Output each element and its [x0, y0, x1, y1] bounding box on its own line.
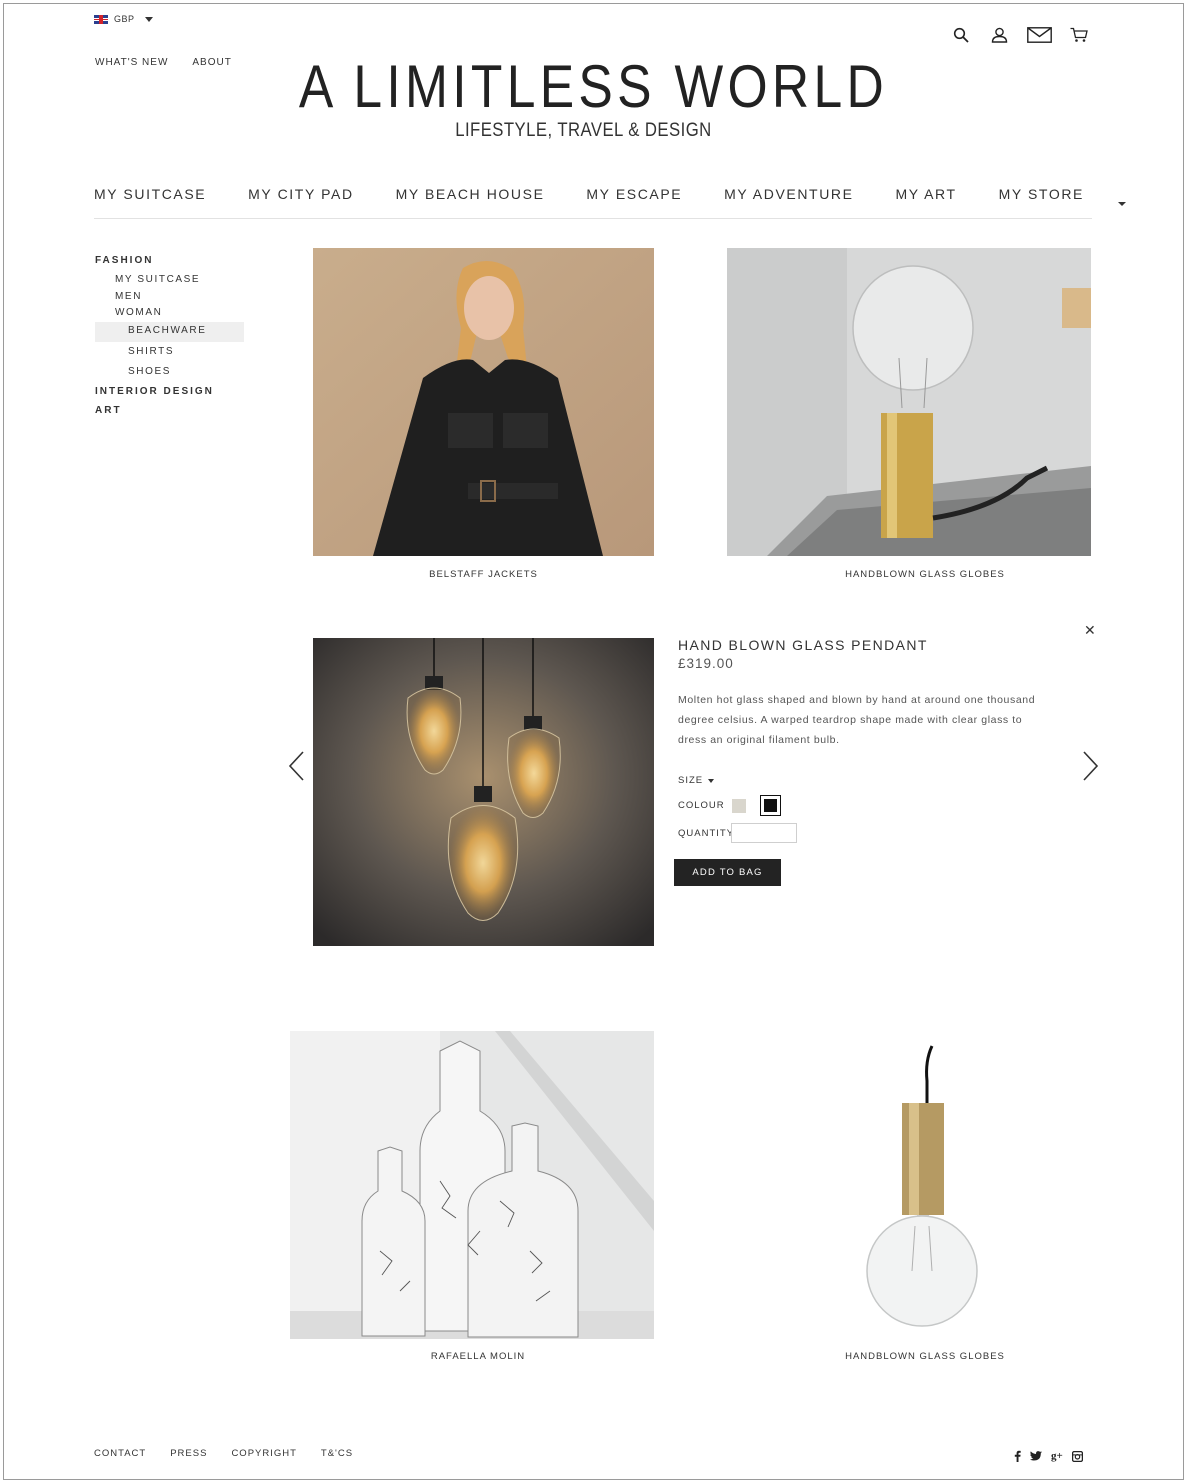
- caret-down-icon: [1117, 202, 1126, 222]
- search-icon[interactable]: [950, 24, 972, 46]
- colour-swatch-black[interactable]: [760, 795, 781, 816]
- sidebar-item-shirts[interactable]: SHIRTS: [95, 342, 245, 362]
- user-icon[interactable]: [988, 24, 1010, 46]
- product-image-vases[interactable]: [290, 1031, 654, 1339]
- nav-my-adventure[interactable]: MY ADVENTURE: [724, 186, 853, 202]
- sidebar-item-men[interactable]: MEN: [95, 289, 245, 305]
- tile-caption[interactable]: HANDBLOWN GLASS GLOBES: [741, 1351, 1109, 1362]
- sidebar-cat-interior-design[interactable]: INTERIOR DESIGN: [95, 382, 245, 401]
- product-title: HAND BLOWN GLASS PENDANT: [678, 637, 928, 653]
- tile-caption[interactable]: BELSTAFF JACKETS: [313, 569, 654, 580]
- nav-my-beach-house[interactable]: MY BEACH HOUSE: [396, 186, 545, 202]
- close-icon[interactable]: ✕: [1084, 622, 1096, 639]
- mail-icon[interactable]: [1026, 24, 1052, 46]
- size-selector[interactable]: SIZE: [678, 775, 715, 786]
- tile-caption[interactable]: HANDBLOWN GLASS GLOBES: [741, 569, 1109, 580]
- twitter-icon[interactable]: [1030, 1451, 1042, 1461]
- sidebar-item-shoes[interactable]: SHOES: [95, 362, 245, 382]
- colour-label: COLOUR: [678, 800, 725, 811]
- facebook-icon[interactable]: [1014, 1450, 1021, 1462]
- uk-flag-icon: [94, 14, 108, 24]
- nav-my-suitcase[interactable]: MY SUITCASE: [94, 186, 206, 202]
- product-image-glass-lamp[interactable]: [727, 248, 1091, 556]
- site-title[interactable]: A LIMITLESS WORLD: [83, 52, 1104, 121]
- footer-terms[interactable]: T&'CS: [321, 1448, 353, 1459]
- prev-arrow[interactable]: [288, 751, 305, 786]
- product-image-jacket[interactable]: [313, 248, 654, 556]
- quantity-input[interactable]: [731, 823, 797, 843]
- social-links: g+: [1014, 1450, 1083, 1462]
- swatch-fill: [764, 799, 777, 812]
- currency-code: GBP: [114, 14, 135, 24]
- chevron-down-icon: [144, 16, 153, 22]
- add-to-bag-button[interactable]: ADD TO BAG: [674, 859, 781, 886]
- nav-my-store[interactable]: MY STORE: [998, 186, 1126, 222]
- sidebar-item-beachware[interactable]: BEACHWARE: [95, 322, 244, 342]
- footer-press[interactable]: PRESS: [170, 1448, 207, 1459]
- footer-copyright[interactable]: COPYRIGHT: [231, 1448, 296, 1459]
- currency-selector[interactable]: GBP: [94, 14, 153, 24]
- cart-icon[interactable]: [1068, 24, 1090, 46]
- nav-my-art[interactable]: MY ART: [895, 186, 956, 202]
- product-image-pendant[interactable]: [313, 638, 654, 946]
- nav-divider: [94, 218, 1092, 219]
- product-description: Molten hot glass shaped and blown by han…: [678, 694, 1036, 746]
- sidebar-item-my-suitcase[interactable]: MY SUITCASE: [95, 272, 245, 289]
- tile-caption[interactable]: RAFAELLA MOLIN: [290, 1351, 666, 1362]
- colour-swatch-stone[interactable]: [732, 799, 746, 813]
- header-icons: [950, 24, 1090, 46]
- product-image-brass-pendant[interactable]: [727, 1031, 1091, 1339]
- google-plus-icon[interactable]: g+: [1051, 1450, 1063, 1462]
- nav-my-city-pad[interactable]: MY CITY PAD: [248, 186, 354, 202]
- quantity-label: QUANTITY: [678, 828, 735, 839]
- sidebar-cat-art[interactable]: ART: [95, 401, 245, 419]
- nav-my-escape[interactable]: MY ESCAPE: [586, 186, 682, 202]
- size-label: SIZE: [678, 775, 704, 786]
- chevron-down-icon: [708, 778, 715, 783]
- footer-contact[interactable]: CONTACT: [94, 1448, 146, 1459]
- product-price: £319.00: [678, 656, 734, 671]
- instagram-icon[interactable]: [1071, 1450, 1083, 1462]
- sidebar-item-woman[interactable]: WOMAN: [95, 305, 245, 322]
- main-nav: MY SUITCASE MY CITY PAD MY BEACH HOUSE M…: [94, 186, 1126, 222]
- sidebar-cat-fashion[interactable]: FASHION: [95, 254, 245, 272]
- sidebar: FASHION MY SUITCASE MEN WOMAN BEACHWARE …: [95, 254, 245, 419]
- next-arrow[interactable]: [1082, 751, 1099, 786]
- nav-my-store-label: MY STORE: [998, 186, 1084, 202]
- footer-links: CONTACT PRESS COPYRIGHT T&'CS: [94, 1448, 353, 1459]
- site-tagline: LIFESTYLE, TRAVEL & DESIGN: [455, 120, 712, 141]
